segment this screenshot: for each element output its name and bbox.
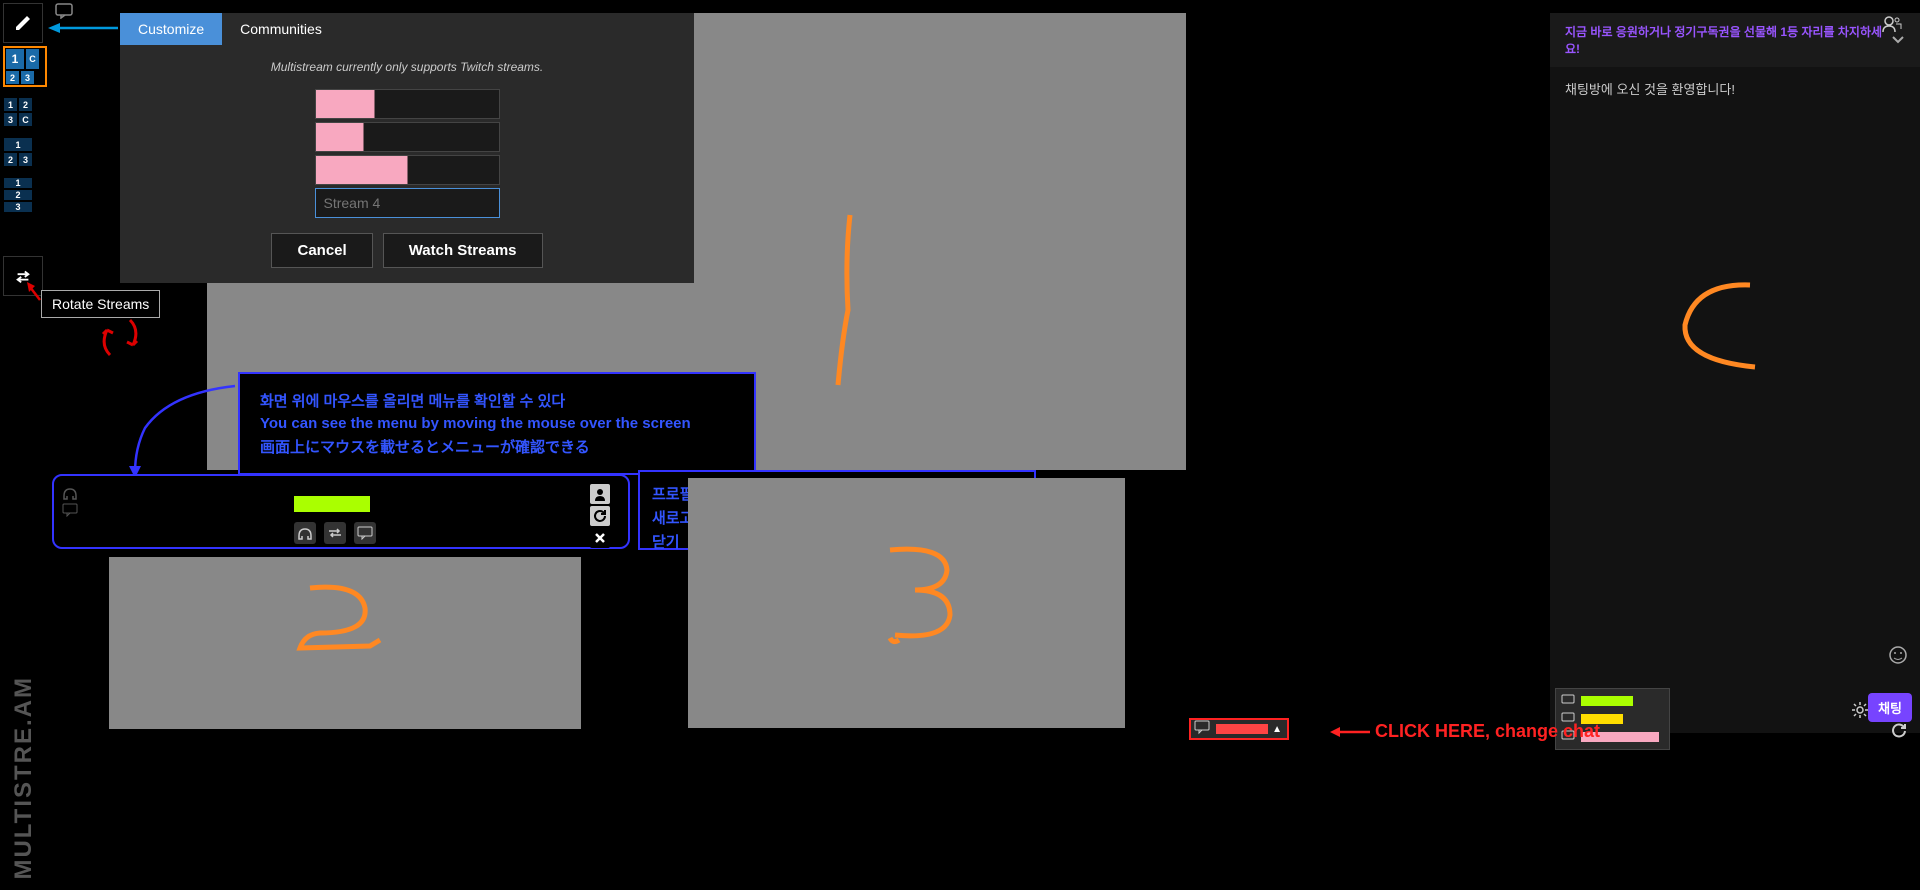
stream-name-bar	[294, 496, 370, 512]
swap-icon[interactable]	[324, 522, 346, 544]
close-icon[interactable]	[590, 528, 610, 548]
chat-icon	[1561, 694, 1575, 708]
gear-icon[interactable]	[1850, 700, 1870, 720]
chat-banner[interactable]: 지금 바로 응원하거나 정기구독권을 선물해 1등 자리를 차지하세요!	[1550, 13, 1920, 67]
cancel-button[interactable]: Cancel	[271, 233, 372, 268]
layout-option-1[interactable]: 1C 23	[3, 46, 47, 87]
chat-icon	[1194, 720, 1212, 738]
tab-communities[interactable]: Communities	[222, 13, 340, 45]
headphones-icon[interactable]	[294, 522, 316, 544]
modal-hint: Multistream currently only supports Twit…	[140, 60, 674, 74]
scribble-chat-c	[1675, 275, 1765, 375]
rotate-tooltip: Rotate Streams	[41, 290, 160, 318]
annotation-arrow-blue	[48, 18, 118, 38]
annotation-note: 화면 위에 마우스를 올리면 메뉴를 확인할 수 있다 You can see …	[238, 372, 756, 475]
watch-streams-button[interactable]: Watch Streams	[383, 233, 543, 268]
refresh-icon[interactable]	[1890, 722, 1908, 740]
stream-input-1[interactable]	[315, 89, 500, 119]
customize-modal: Customize Communities Multistream curren…	[120, 13, 694, 283]
chat-selector-item[interactable]	[1559, 692, 1666, 710]
reload-icon[interactable]	[590, 506, 610, 526]
chevron-up-icon: ▲	[1272, 724, 1282, 735]
headphones-icon	[62, 486, 78, 500]
chat-icon[interactable]	[354, 522, 376, 544]
profile-icon[interactable]	[590, 484, 610, 504]
scribble-2	[290, 578, 390, 668]
stream-input-2[interactable]	[315, 122, 500, 152]
stream-input-4[interactable]	[315, 188, 500, 218]
edit-button[interactable]	[3, 3, 43, 43]
hover-menu	[52, 474, 630, 549]
chat-selector-dropdown[interactable]: ▲	[1189, 718, 1289, 740]
scribble-3	[875, 540, 975, 650]
scribble-1	[830, 210, 870, 390]
emote-icon[interactable]	[1888, 645, 1908, 665]
tab-customize[interactable]: Customize	[120, 13, 222, 45]
chat-send-button[interactable]: 채팅	[1868, 693, 1912, 722]
annotation-click-here: CLICK HERE, change chat	[1330, 721, 1600, 742]
annotation-rotate-scribble	[95, 315, 145, 360]
layout-option-4[interactable]: 1 2 3	[3, 177, 47, 213]
chat-welcome: 채팅방에 오신 것을 환영합니다!	[1550, 67, 1920, 110]
stream-input-3[interactable]	[315, 155, 500, 185]
annotation-arrow-red	[25, 282, 45, 302]
layout-option-2[interactable]: 12 3C	[3, 97, 47, 127]
chat-small-icon	[62, 503, 78, 517]
users-icon[interactable]	[1882, 15, 1902, 38]
logo: MULTISTRE.AM	[10, 676, 38, 880]
left-sidebar: 1C 23 12 3C 1 23 1 2 3 Rotate Streams MU…	[0, 0, 50, 890]
layout-option-3[interactable]: 1 23	[3, 137, 47, 167]
annotation-curve-arrow	[120, 378, 240, 488]
